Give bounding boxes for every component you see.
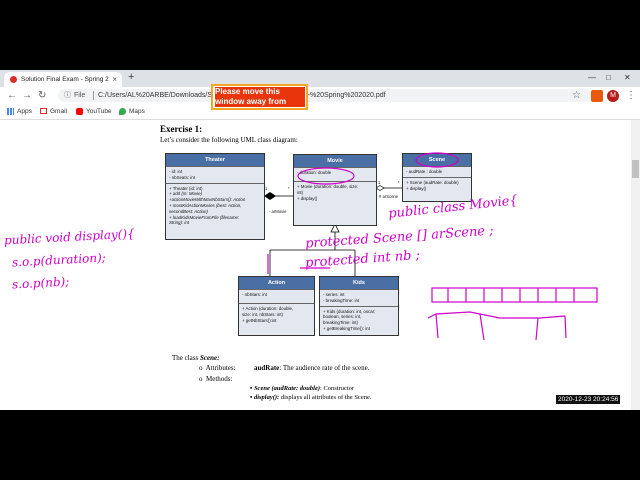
ink-text-sop-nb: s.o.p(nb); — [11, 274, 70, 292]
ink-array-box — [431, 287, 598, 303]
ink-circle-duration — [297, 167, 355, 185]
ink-circle-scene — [415, 152, 459, 168]
recording-timestamp: 2020-12-23 20:24:56 — [556, 395, 621, 404]
